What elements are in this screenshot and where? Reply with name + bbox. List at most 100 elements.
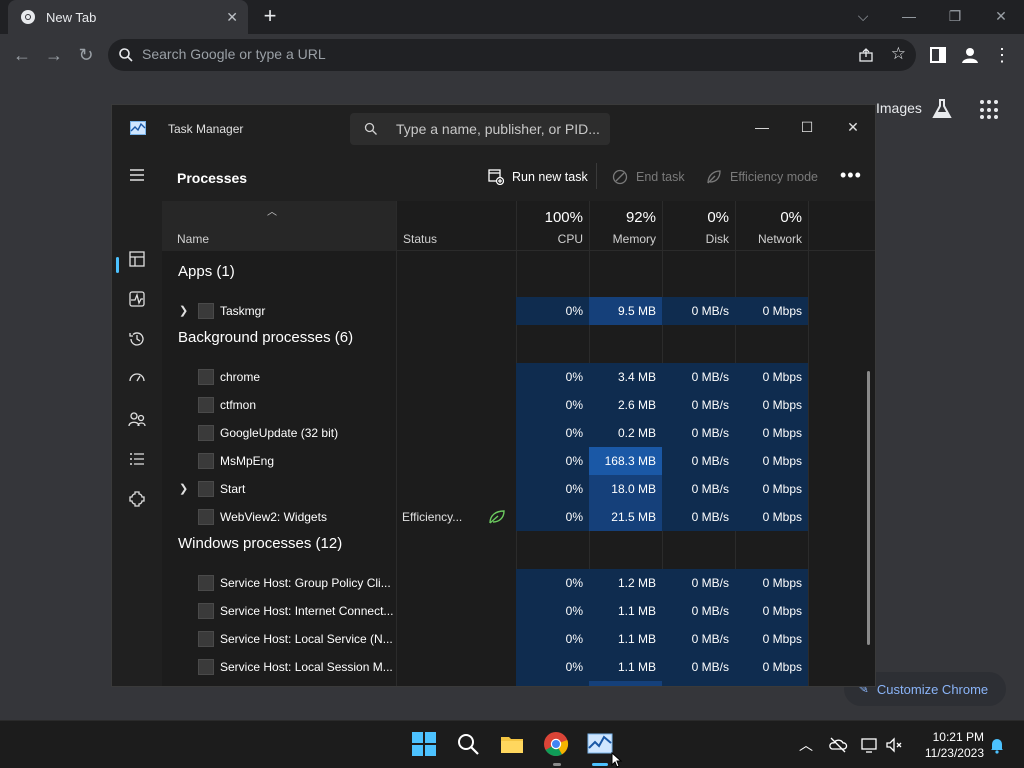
process-row[interactable]: ctfmon 0% 2.6 MB 0 MB/s 0 Mbps (162, 391, 875, 419)
process-row[interactable]: Service Host: Internet Connect... 0% 1.1 M… (162, 597, 875, 625)
efficiency-mode-label: Efficiency mode (730, 170, 819, 184)
cpu-cell: 0% (516, 447, 589, 475)
labs-flask-icon[interactable] (930, 97, 954, 121)
share-icon[interactable] (858, 47, 874, 63)
hamburger-menu-icon[interactable] (127, 165, 147, 185)
memory-cell: 1.2 MB (589, 569, 662, 597)
processes-icon[interactable] (127, 249, 147, 269)
efficiency-mode-button[interactable]: Efficiency mode (706, 169, 818, 185)
cpu-cell: 0% (516, 625, 589, 653)
memory-cell: 1.1 MB (589, 625, 662, 653)
network-cell: 0 Mbps (735, 297, 808, 325)
process-row[interactable]: ❯ Taskmgr 0% 9.5 MB 0 MB/s 0 Mbps (162, 297, 875, 325)
show-hidden-icons-chevron-icon[interactable]: ︿ (796, 735, 816, 755)
process-row[interactable]: Service Host: Local Service (N... 0% 1.1 M… (162, 625, 875, 653)
new-tab-button[interactable]: + (258, 4, 282, 28)
omnibox[interactable]: Search Google or type a URL ☆ (108, 39, 916, 71)
process-icon (198, 303, 214, 319)
column-memory-header[interactable]: 92% Memory (589, 201, 662, 251)
process-row[interactable]: WebView2: Widgets Efficiency... 0% 21.5 MB 0… (162, 503, 875, 531)
google-apps-icon[interactable] (980, 100, 1000, 120)
process-icon (198, 453, 214, 469)
ntp-images-link[interactable]: Images (876, 100, 922, 116)
minimize-button[interactable]: — (886, 4, 932, 28)
services-icon[interactable] (127, 489, 147, 509)
chrome-menu-icon[interactable]: ⋮ (990, 43, 1014, 67)
network-cell: 0 Mbps (735, 625, 808, 653)
tab-search-chevron-icon[interactable]: ⌵ (840, 4, 886, 28)
users-icon[interactable] (127, 409, 147, 429)
tm-maximize-button[interactable]: ☐ (792, 113, 822, 141)
chrome-taskbar-icon[interactable] (543, 731, 569, 757)
tab-new-tab[interactable]: New Tab ✕ (8, 0, 248, 34)
processes-header: Processes Run new task End task Efficien… (162, 151, 875, 201)
reload-icon[interactable]: ↻ (74, 43, 98, 67)
profile-icon[interactable] (958, 43, 982, 67)
network-cell: 0 Mbps (735, 447, 808, 475)
process-icon (198, 397, 214, 413)
process-icon (198, 603, 214, 619)
process-row[interactable]: GoogleUpdate (32 bit) 0% 0.2 MB 0 MB/s 0 Mbp… (162, 419, 875, 447)
volume-muted-icon[interactable] (884, 735, 904, 755)
tm-close-button[interactable]: ✕ (838, 113, 868, 141)
process-name: GoogleUpdate (32 bit) (220, 426, 339, 440)
cpu-cell: 0% (516, 597, 589, 625)
close-window-button[interactable]: ✕ (978, 4, 1024, 28)
taskbar: ︿ 10:21 PM 11/23/2023 (0, 720, 1024, 768)
network-cell: 0 Mbps (735, 681, 808, 686)
process-icon (198, 575, 214, 591)
onedrive-off-icon[interactable] (828, 735, 848, 755)
more-options-icon[interactable]: ••• (840, 165, 862, 186)
cpu-total: 100% (544, 209, 583, 226)
run-new-task-label: Run new task (512, 170, 588, 184)
restore-button[interactable]: ❐ (932, 4, 978, 28)
bookmark-star-icon[interactable]: ☆ (891, 44, 906, 64)
efficiency-leaf-icon (707, 170, 721, 184)
column-disk-header[interactable]: 0% Disk (662, 201, 735, 251)
cpu-cell: 0% (516, 297, 589, 325)
process-row[interactable]: Service Host: Group Policy Cli... 0% 1.2 M… (162, 569, 875, 597)
network-cell: 0 Mbps (735, 503, 808, 531)
expand-chevron-icon[interactable]: ❯ (179, 304, 188, 317)
process-row[interactable]: Service Host: Local Session M... 0% 1.1 MB… (162, 653, 875, 681)
group-header[interactable]: Background processes (6) (178, 329, 353, 346)
network-icon[interactable] (860, 735, 880, 755)
tm-minimize-button[interactable]: — (747, 113, 777, 141)
file-explorer-icon[interactable] (499, 731, 525, 757)
process-row[interactable]: MsMpEng 0% 168.3 MB 0 MB/s 0 Mbps (162, 447, 875, 475)
performance-icon[interactable] (127, 289, 147, 309)
process-row[interactable]: Service Host: State Repository...0%8.0 M… (162, 681, 875, 686)
column-network-header[interactable]: 0% Network (735, 201, 808, 251)
side-panel-icon[interactable] (926, 43, 950, 67)
memory-label: Memory (612, 232, 656, 246)
column-status-header[interactable]: Status (396, 201, 516, 251)
app-history-icon[interactable] (127, 329, 147, 349)
end-task-button[interactable]: End task (612, 169, 685, 185)
column-cpu-header[interactable]: 100% CPU (516, 201, 589, 251)
group-header[interactable]: Apps (1) (178, 263, 235, 280)
forward-icon[interactable]: → (42, 43, 66, 67)
disk-cell: 0 MB/s (662, 597, 735, 625)
disk-cell: 0 MB/s (662, 569, 735, 597)
run-new-task-button[interactable]: Run new task (488, 169, 588, 185)
task-manager-taskbar-icon[interactable] (587, 731, 613, 757)
back-icon[interactable]: ← (10, 43, 34, 67)
network-cell: 0 Mbps (735, 653, 808, 681)
end-task-icon (612, 169, 628, 185)
network-cell: 0 Mbps (735, 391, 808, 419)
column-name-header[interactable]: ︿ Name (162, 201, 396, 251)
notifications-bell-icon[interactable] (987, 735, 1007, 755)
process-name: Service Host: Local Service (N... (220, 632, 393, 646)
group-header[interactable]: Windows processes (12) (178, 535, 342, 552)
startup-apps-icon[interactable] (127, 369, 147, 389)
start-windows-icon[interactable] (411, 731, 437, 757)
tab-close-icon[interactable]: ✕ (226, 9, 238, 26)
column-extra-header (808, 201, 875, 251)
clock[interactable]: 10:21 PM 11/23/2023 (912, 729, 984, 761)
expand-chevron-icon[interactable]: ❯ (179, 482, 188, 495)
process-search-input[interactable]: Type a name, publisher, or PID... (350, 113, 610, 145)
details-icon[interactable] (127, 449, 147, 469)
taskbar-search-icon[interactable] (455, 731, 481, 757)
process-row[interactable]: chrome 0% 3.4 MB 0 MB/s 0 Mbps (162, 363, 875, 391)
process-row[interactable]: ❯ Start 0% 18.0 MB 0 MB/s 0 Mbps (162, 475, 875, 503)
